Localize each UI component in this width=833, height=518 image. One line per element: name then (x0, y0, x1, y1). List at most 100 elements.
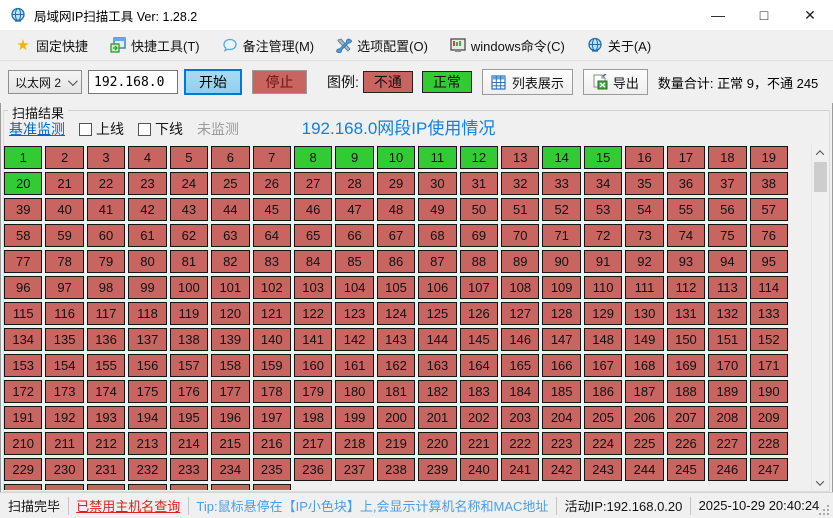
ip-cell-151[interactable]: 151 (708, 328, 746, 351)
ip-cell-218[interactable]: 218 (335, 432, 373, 455)
ip-cell-20[interactable]: 20 (4, 172, 42, 195)
ip-cell-158[interactable]: 158 (211, 354, 249, 377)
ip-cell-51[interactable]: 51 (501, 198, 539, 221)
ip-cell-8[interactable]: 8 (294, 146, 332, 169)
ip-cell-67[interactable]: 67 (377, 224, 415, 247)
ip-cell-124[interactable]: 124 (377, 302, 415, 325)
ip-cell-226[interactable]: 226 (667, 432, 705, 455)
ip-cell-35[interactable]: 35 (625, 172, 663, 195)
ip-cell-82[interactable]: 82 (211, 250, 249, 273)
ip-cell-33[interactable]: 33 (542, 172, 580, 195)
ip-cell-122[interactable]: 122 (294, 302, 332, 325)
ip-cell-22[interactable]: 22 (87, 172, 125, 195)
ip-cell-130[interactable]: 130 (625, 302, 663, 325)
menu-item-options[interactable]: 选项配置(O) (327, 32, 437, 59)
ip-cell-227[interactable]: 227 (708, 432, 746, 455)
ip-cell-143[interactable]: 143 (377, 328, 415, 351)
ip-cell-137[interactable]: 137 (128, 328, 166, 351)
ip-cell-131[interactable]: 131 (667, 302, 705, 325)
ip-cell-86[interactable]: 86 (377, 250, 415, 273)
ip-cell-133[interactable]: 133 (750, 302, 788, 325)
ip-cell-240[interactable]: 240 (460, 458, 498, 481)
ip-cell-97[interactable]: 97 (45, 276, 83, 299)
ip-cell-135[interactable]: 135 (45, 328, 83, 351)
ip-cell-125[interactable]: 125 (418, 302, 456, 325)
ip-cell-119[interactable]: 119 (170, 302, 208, 325)
ip-cell-94[interactable]: 94 (708, 250, 746, 273)
ip-cell-72[interactable]: 72 (584, 224, 622, 247)
close-button[interactable]: ✕ (787, 0, 833, 30)
ip-cell-107[interactable]: 107 (460, 276, 498, 299)
ip-cell-241[interactable]: 241 (501, 458, 539, 481)
ip-cell-183[interactable]: 183 (460, 380, 498, 403)
ip-cell-109[interactable]: 109 (542, 276, 580, 299)
ip-cell-252[interactable]: 252 (170, 484, 208, 490)
ip-cell-105[interactable]: 105 (377, 276, 415, 299)
ip-cell-52[interactable]: 52 (542, 198, 580, 221)
ip-cell-66[interactable]: 66 (335, 224, 373, 247)
ip-cell-12[interactable]: 12 (460, 146, 498, 169)
menu-item-notes[interactable]: 备注管理(M) (213, 32, 324, 59)
ip-cell-205[interactable]: 205 (584, 406, 622, 429)
ip-cell-217[interactable]: 217 (294, 432, 332, 455)
ip-cell-100[interactable]: 100 (170, 276, 208, 299)
ip-cell-57[interactable]: 57 (750, 198, 788, 221)
export-button[interactable]: 导出 (583, 69, 648, 95)
ip-cell-31[interactable]: 31 (460, 172, 498, 195)
hostname-disabled-notice[interactable]: 已禁用主机名查询 (68, 496, 188, 515)
ip-cell-71[interactable]: 71 (542, 224, 580, 247)
ip-cell-203[interactable]: 203 (501, 406, 539, 429)
ip-cell-74[interactable]: 74 (667, 224, 705, 247)
ip-cell-59[interactable]: 59 (45, 224, 83, 247)
ip-cell-44[interactable]: 44 (211, 198, 249, 221)
scroll-down-icon[interactable] (812, 475, 829, 490)
ip-cell-28[interactable]: 28 (335, 172, 373, 195)
ip-cell-246[interactable]: 246 (708, 458, 746, 481)
ip-cell-216[interactable]: 216 (253, 432, 291, 455)
ip-cell-194[interactable]: 194 (128, 406, 166, 429)
maximize-button[interactable]: □ (741, 0, 787, 30)
ip-cell-19[interactable]: 19 (750, 146, 788, 169)
ip-cell-209[interactable]: 209 (750, 406, 788, 429)
ip-cell-15[interactable]: 15 (584, 146, 622, 169)
ip-cell-235[interactable]: 235 (253, 458, 291, 481)
ip-cell-187[interactable]: 187 (625, 380, 663, 403)
ip-cell-201[interactable]: 201 (418, 406, 456, 429)
ip-cell-69[interactable]: 69 (460, 224, 498, 247)
ip-cell-168[interactable]: 168 (625, 354, 663, 377)
ip-cell-165[interactable]: 165 (501, 354, 539, 377)
ip-cell-3[interactable]: 3 (87, 146, 125, 169)
ip-cell-116[interactable]: 116 (45, 302, 83, 325)
ip-cell-17[interactable]: 17 (667, 146, 705, 169)
ip-cell-114[interactable]: 114 (750, 276, 788, 299)
ip-cell-29[interactable]: 29 (377, 172, 415, 195)
ip-cell-45[interactable]: 45 (253, 198, 291, 221)
ip-cell-108[interactable]: 108 (501, 276, 539, 299)
ip-cell-146[interactable]: 146 (501, 328, 539, 351)
ip-cell-115[interactable]: 115 (4, 302, 42, 325)
ip-cell-207[interactable]: 207 (667, 406, 705, 429)
ip-cell-18[interactable]: 18 (708, 146, 746, 169)
ip-cell-6[interactable]: 6 (211, 146, 249, 169)
ip-cell-229[interactable]: 229 (4, 458, 42, 481)
ip-cell-182[interactable]: 182 (418, 380, 456, 403)
ip-cell-193[interactable]: 193 (87, 406, 125, 429)
ip-cell-118[interactable]: 118 (128, 302, 166, 325)
ip-cell-179[interactable]: 179 (294, 380, 332, 403)
ip-cell-36[interactable]: 36 (667, 172, 705, 195)
ip-cell-73[interactable]: 73 (625, 224, 663, 247)
adapter-select[interactable]: 以太网 2 (8, 70, 82, 94)
ip-cell-2[interactable]: 2 (45, 146, 83, 169)
ip-cell-4[interactable]: 4 (128, 146, 166, 169)
ip-cell-156[interactable]: 156 (128, 354, 166, 377)
ip-cell-157[interactable]: 157 (170, 354, 208, 377)
ip-cell-152[interactable]: 152 (750, 328, 788, 351)
ip-cell-254[interactable]: 254 (253, 484, 291, 490)
ip-cell-121[interactable]: 121 (253, 302, 291, 325)
menu-item-windows-cmd[interactable]: windows命令(C) (441, 32, 574, 59)
ip-cell-60[interactable]: 60 (87, 224, 125, 247)
ip-cell-55[interactable]: 55 (667, 198, 705, 221)
ip-cell-43[interactable]: 43 (170, 198, 208, 221)
ip-cell-110[interactable]: 110 (584, 276, 622, 299)
ip-cell-160[interactable]: 160 (294, 354, 332, 377)
